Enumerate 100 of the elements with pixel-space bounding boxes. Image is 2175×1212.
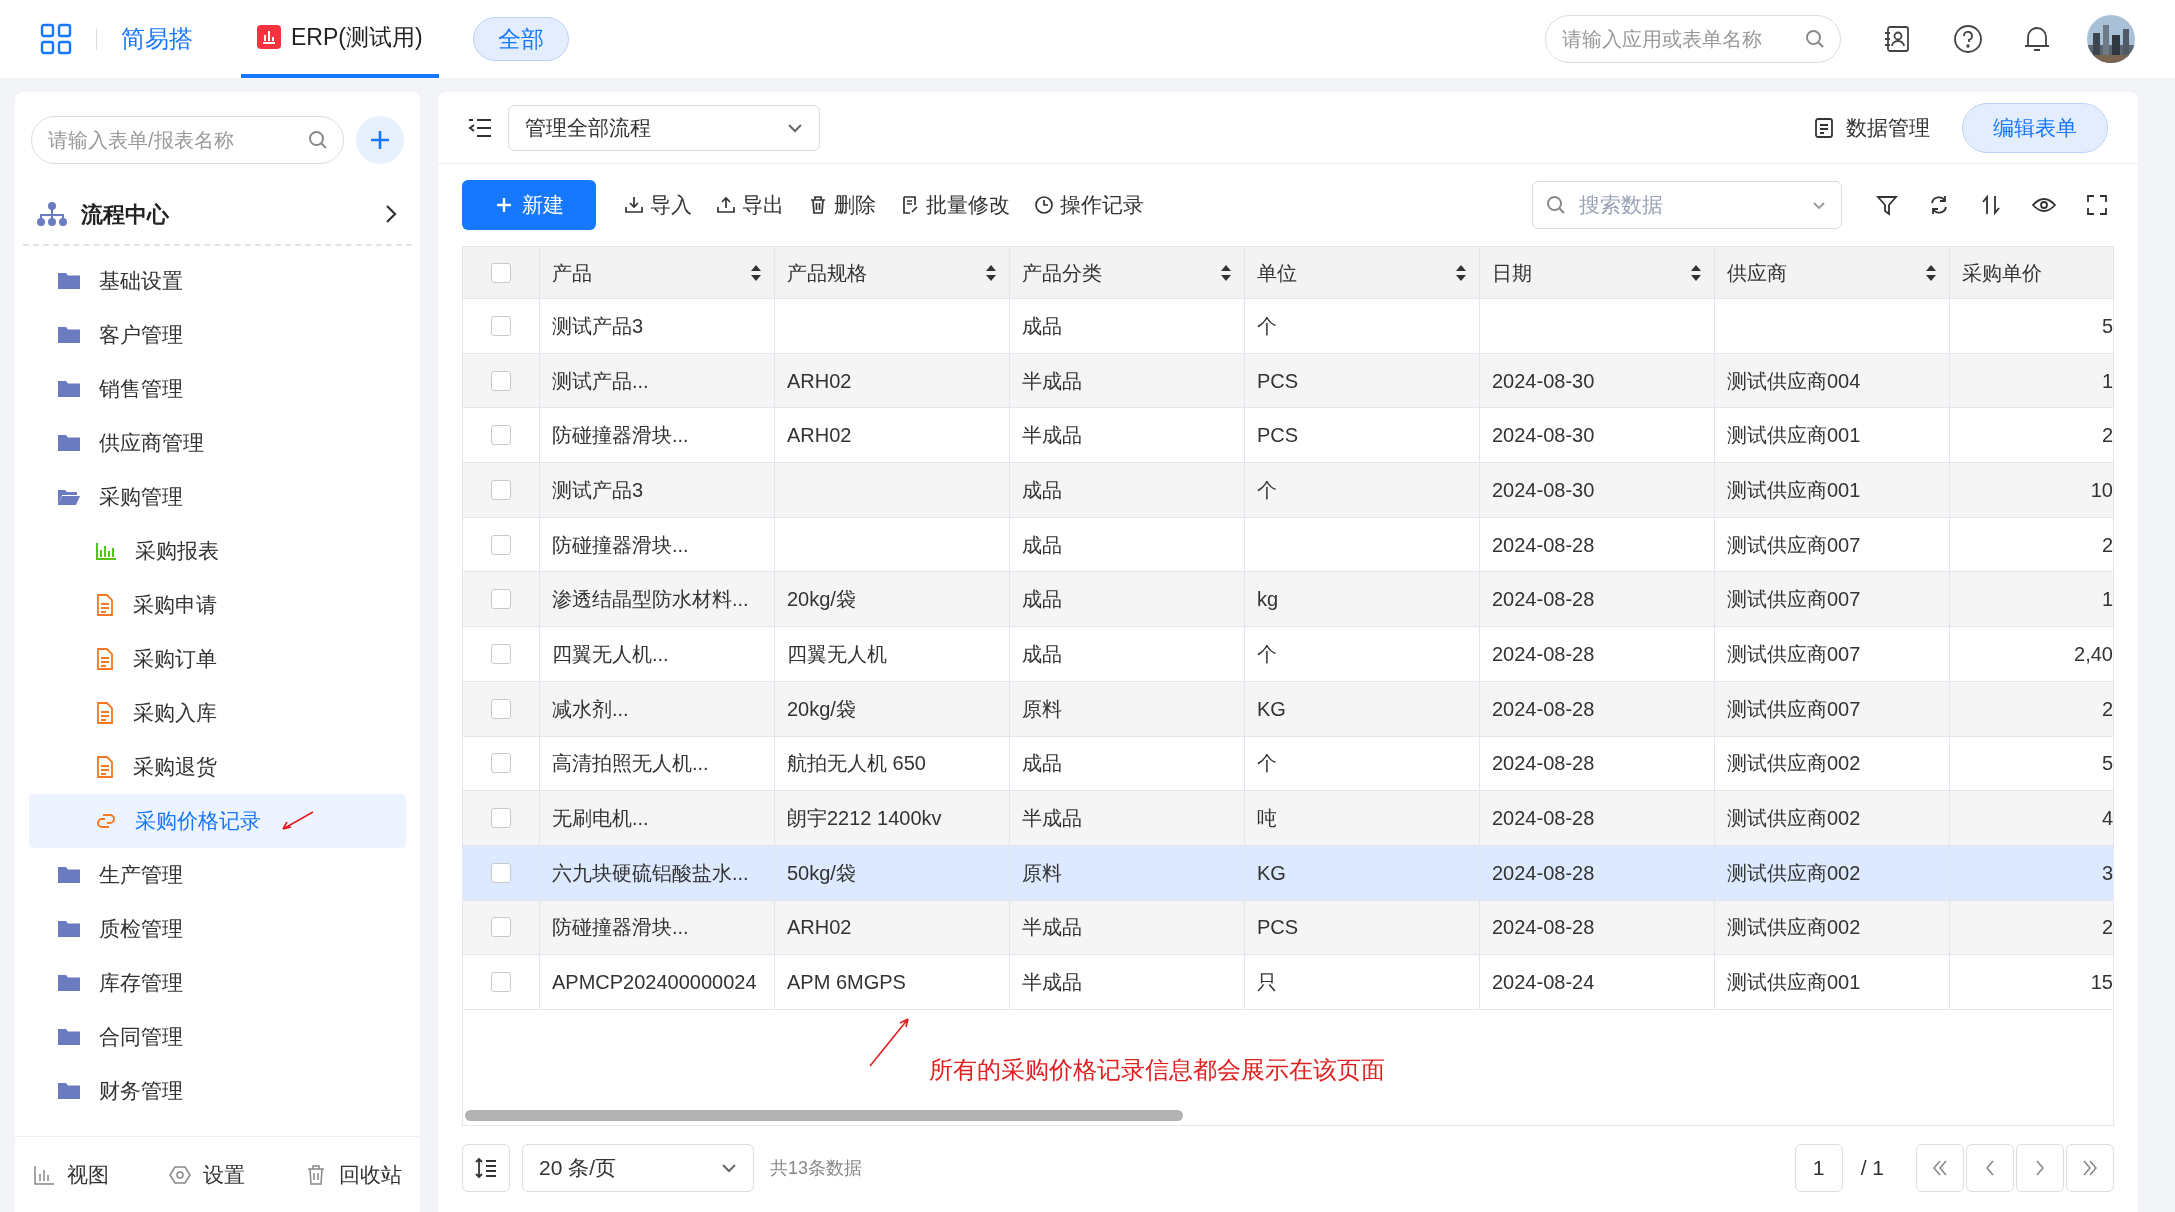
clock-icon [1034,195,1054,215]
column-header[interactable]: 供应商 [1715,247,1950,298]
table-row[interactable]: 测试产品3 成品 个 2024-08-30 测试供应商001 10 [463,463,2113,518]
row-height-button[interactable] [462,1144,510,1192]
table-row[interactable]: 六九块硬硫铝酸盐水... 50kg/袋 原料 KG 2024-08-28 测试供应商002 3 [463,845,2113,901]
table-row[interactable]: 渗透结晶型防水材料... 20kg/袋 成品 kg 2024-08-28 测试供应商007 1 [463,572,2113,628]
fullscreen-icon[interactable] [2086,194,2108,216]
app-grid-icon[interactable] [40,23,72,55]
help-icon[interactable] [1953,24,1983,54]
checkbox[interactable] [491,917,511,938]
table-row[interactable]: 四翼无人机... 四翼无人机 成品 个 2024-08-28 测试供应商007 2,40 [463,627,2113,682]
sort-icon[interactable] [1455,263,1467,282]
toolbar-button[interactable]: 导入 [624,189,692,221]
folder-item[interactable]: 质检管理 [29,902,406,956]
app-name-link[interactable]: 简易搭 [121,21,193,57]
sidebar-item[interactable]: 采购退货 [29,740,406,794]
table-cell-text: 2024-08-28 [1492,806,1595,832]
notification-bell-icon[interactable] [2023,24,2051,54]
checkbox[interactable] [491,698,511,719]
folder-item[interactable]: 销售管理 [29,362,406,416]
checkbox[interactable] [491,589,511,610]
table-cell-text: 测试供应商002 [1727,751,1861,777]
sort-icon[interactable] [1220,263,1232,282]
checkbox[interactable] [491,315,511,336]
sort-icon[interactable] [750,263,762,282]
table-row[interactable]: 防碰撞器滑块... 成品 2024-08-28 测试供应商007 2 [463,517,2113,573]
table-cell-text: 2 [2101,423,2113,449]
table-cell-text: ARH02 [787,915,852,941]
table-row[interactable]: 无刷电机... 朗宇2212 1400kv 半成品 吨 2024-08-28 测试供应商002 4 [463,791,2113,846]
column-header[interactable]: 单位 [1245,247,1480,298]
checkbox[interactable] [491,370,511,391]
sidebar-item[interactable]: 采购价格记录 [29,794,406,848]
sidebar-footer-button[interactable]: 回收站 [305,1158,402,1191]
column-header[interactable]: 产品 [540,247,775,298]
checkbox[interactable] [491,534,511,555]
table-cell-text: APM 6MGPS [787,970,906,996]
eye-icon[interactable] [2032,195,2056,215]
refresh-icon[interactable] [1928,194,1950,216]
table-row[interactable]: 防碰撞器滑块... ARH02 半成品 PCS 2024-08-30 测试供应商001 2 [463,408,2113,464]
folder-item[interactable]: 客户管理 [29,308,406,362]
table-row[interactable]: 减水剂... 20kg/袋 原料 KG 2024-08-28 测试供应商007 2 [463,681,2113,737]
flow-select[interactable]: 管理全部流程 [508,104,820,151]
checkbox[interactable] [491,425,511,446]
table-row[interactable]: 防碰撞器滑块... ARH02 半成品 PCS 2024-08-28 测试供应商002 2 [463,900,2113,956]
sidebar-footer-button[interactable]: 视图 [33,1158,109,1191]
column-header[interactable]: 日期 [1480,247,1715,298]
sidebar-footer-button[interactable]: 设置 [169,1158,245,1191]
folder-item[interactable]: 库存管理 [29,956,406,1010]
folder-item[interactable]: 供应商管理 [29,416,406,470]
app-tab[interactable]: ERP(测试用) [241,0,439,78]
contact-card-icon[interactable] [1883,25,1911,53]
table-row[interactable]: 测试产品3 成品 个 5 [463,299,2113,354]
column-header[interactable]: 产品规格 [775,247,1010,298]
column-header[interactable]: 产品分类 [1010,247,1245,298]
checkbox[interactable] [491,808,511,829]
sidebar-item[interactable]: 采购订单 [29,632,406,686]
sort-icon[interactable] [985,263,997,282]
toolbar-button[interactable]: 删除 [808,189,876,221]
data-search-field[interactable]: 搜索数据 [1532,181,1842,229]
page-number-field[interactable]: 1 [1794,1144,1843,1192]
filter-icon[interactable] [1876,194,1898,216]
sidebar-item[interactable]: 采购报表 [29,524,406,578]
first-page-button[interactable] [1916,1144,1964,1192]
sort-arrows-icon[interactable] [1980,194,2002,216]
toolbar-button[interactable]: 导出 [716,189,784,221]
folder-item[interactable]: 基础设置 [29,254,406,308]
add-button[interactable] [356,116,404,164]
scrollbar-thumb[interactable] [465,1109,1183,1121]
toolbar-button[interactable]: 操作记录 [1034,189,1144,221]
page-size-select[interactable]: 20 条/页 [522,1144,754,1192]
checkbox[interactable] [491,262,511,283]
sidebar-item[interactable]: 采购申请 [29,578,406,632]
new-button[interactable]: 新建 [462,180,596,230]
data-manage-button[interactable]: 数据管理 [1814,111,1930,144]
checkbox[interactable] [491,479,511,500]
sidebar-item[interactable]: 采购入库 [29,686,406,740]
table-row[interactable]: APMCP202400000024 APM 6MGPS 半成品 只 2024-08-24 测试供应商001 15 [463,955,2113,1010]
sort-icon[interactable] [1690,263,1702,282]
folder-item[interactable]: 生产管理 [29,848,406,902]
folder-item[interactable]: 财务管理 [29,1064,406,1118]
form-search-field[interactable]: 请输入表单/报表名称 [31,116,344,164]
column-header[interactable]: 采购单价 [1950,247,2113,298]
checkbox[interactable] [491,862,511,883]
table-row[interactable]: 高清拍照无人机... 航拍无人机 650 成品 个 2024-08-28 测试供应商002 5 [463,736,2113,792]
collapse-menu-icon[interactable] [468,116,492,139]
folder-icon [57,973,81,993]
table-cell-text: 2024-08-28 [1492,696,1595,722]
table-row[interactable]: 测试产品... ARH02 半成品 PCS 2024-08-30 测试供应商004 1 [463,353,2113,409]
toolbar-button[interactable]: 批量修改 [900,189,1010,221]
edit-form-button[interactable]: 编辑表单 [1962,102,2108,153]
sort-icon[interactable] [1925,263,1937,282]
scope-button[interactable]: 全部 [472,17,569,61]
checkbox[interactable] [491,643,511,664]
folder-item[interactable]: 采购管理 [29,470,406,524]
checkbox[interactable] [491,972,511,993]
app-search-field[interactable]: 请输入应用或表单名称 [1545,15,1841,63]
last-page-button[interactable] [2066,1144,2114,1192]
section-header[interactable]: 流程中心 [23,184,412,246]
checkbox[interactable] [491,753,511,774]
folder-item[interactable]: 合同管理 [29,1010,406,1064]
